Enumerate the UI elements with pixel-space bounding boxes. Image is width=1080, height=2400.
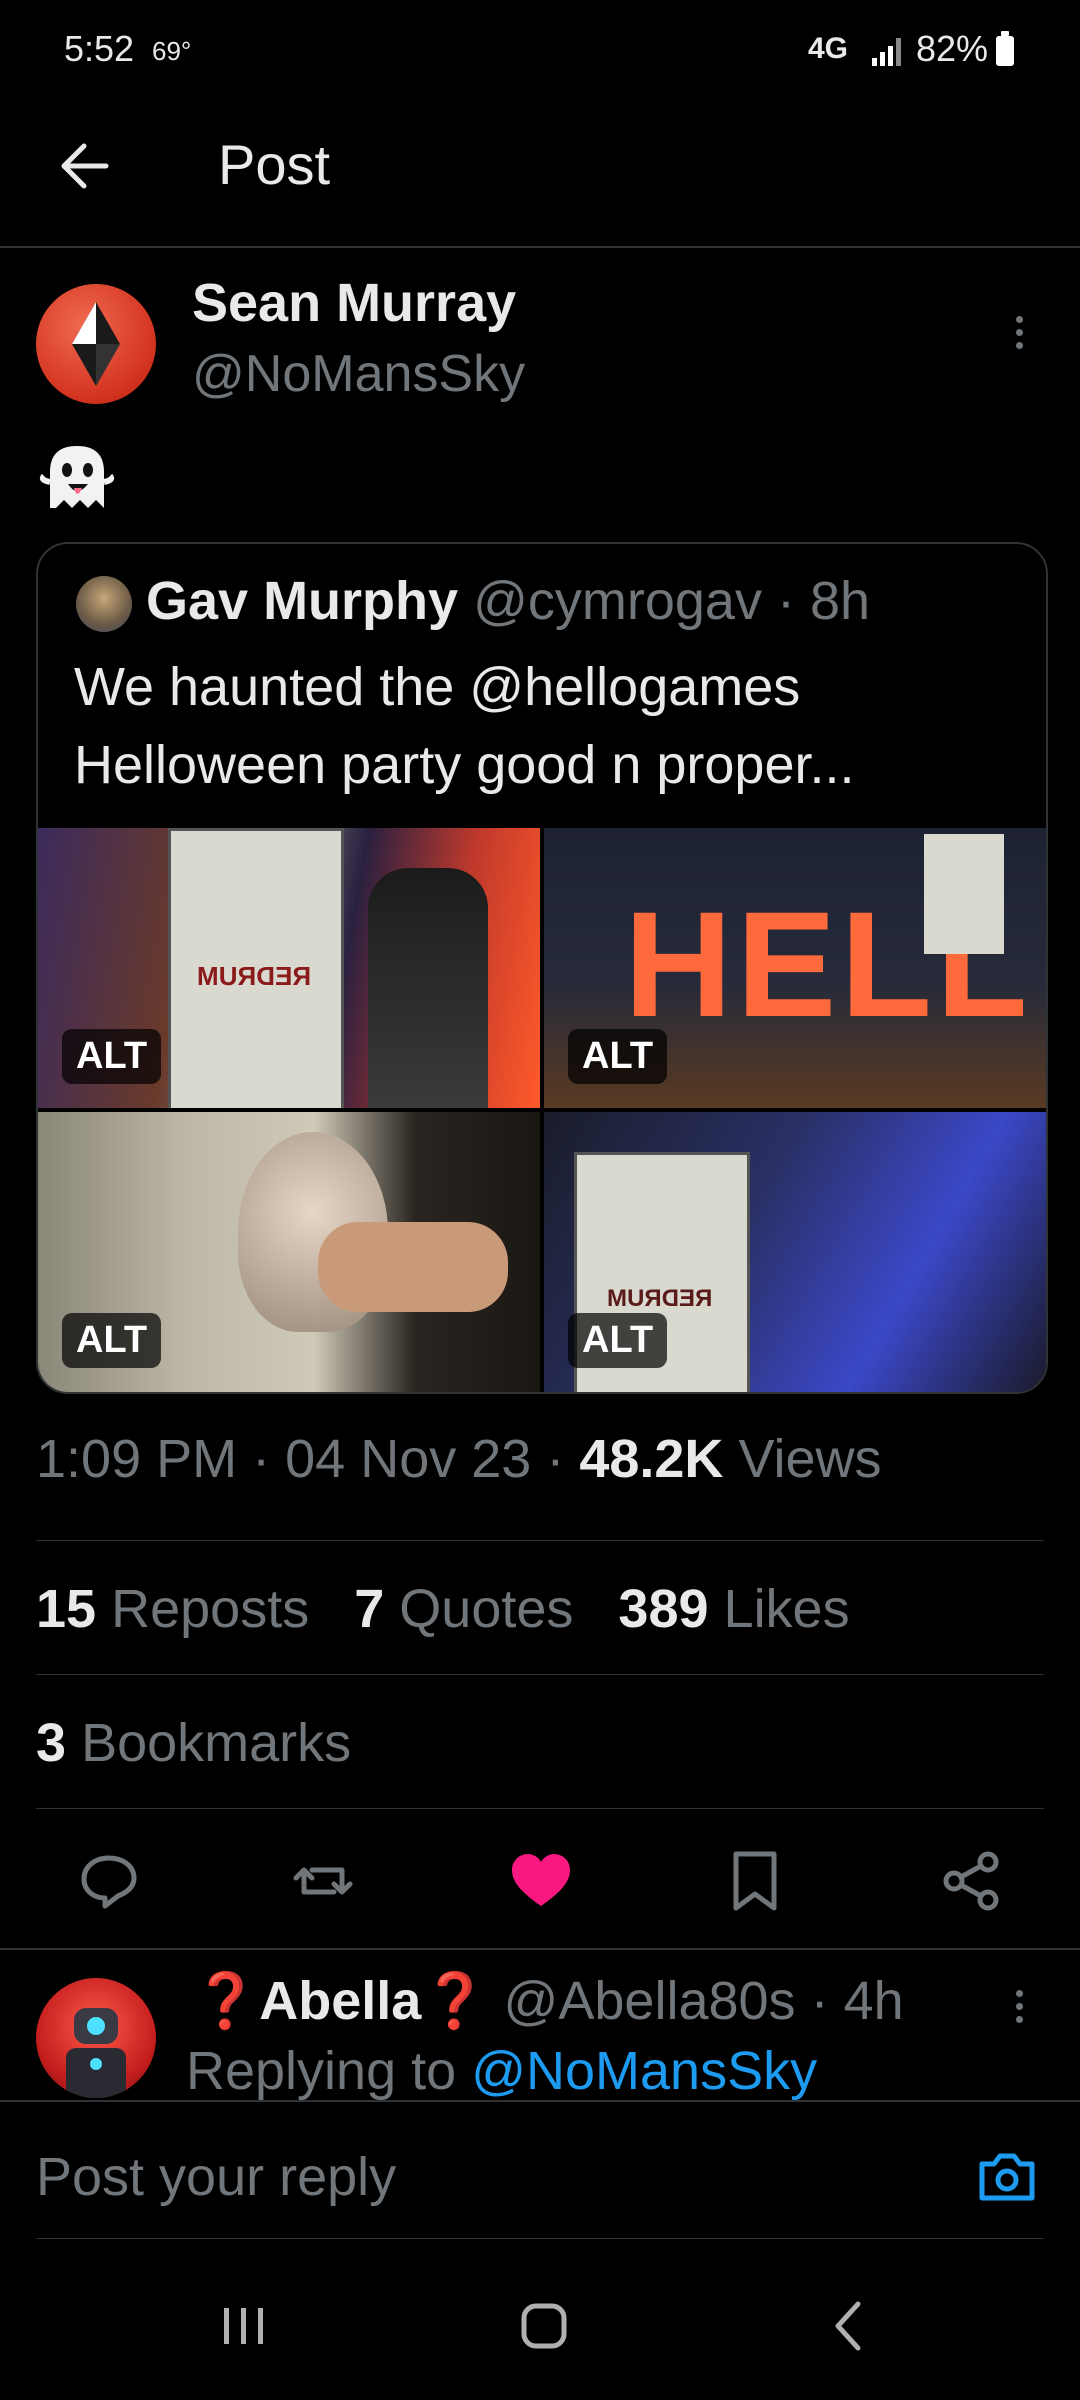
ghost-emoji-icon bbox=[39, 446, 115, 508]
redrum-sign: REDRUM bbox=[197, 961, 312, 991]
quotes-label: Quotes bbox=[399, 1579, 574, 1639]
reply-author-name[interactable]: ❓Abella❓ bbox=[192, 1971, 489, 2031]
image-tile-2[interactable]: HELL ALT bbox=[544, 828, 1046, 1108]
author-name[interactable]: Sean Murray bbox=[192, 272, 516, 334]
more-options-icon[interactable] bbox=[1004, 310, 1034, 360]
redrum-sign: REDRUM bbox=[607, 1285, 713, 1312]
quoted-author-avatar bbox=[76, 576, 132, 632]
figure bbox=[368, 868, 488, 1108]
divider bbox=[36, 1674, 1044, 1675]
repost-icon[interactable] bbox=[290, 1848, 356, 1914]
quoted-post-time: 8h bbox=[809, 571, 871, 631]
network-indicator: 4G bbox=[808, 32, 849, 65]
replying-to-handle[interactable]: @NoMansSky bbox=[471, 2041, 817, 2101]
post-date: 04 Nov 23 bbox=[285, 1429, 532, 1489]
quoted-post[interactable]: Gav Murphy @cymrogav · 8h We haunted the… bbox=[36, 542, 1048, 1394]
quotes-count: 7 bbox=[354, 1579, 385, 1639]
back-icon[interactable] bbox=[820, 2296, 880, 2356]
alt-badge[interactable]: ALT bbox=[568, 1313, 668, 1368]
compose-top-divider bbox=[0, 2100, 1080, 2102]
quoted-post-header: Gav Murphy @cymrogav · 8h bbox=[146, 570, 870, 632]
divider bbox=[36, 2238, 1044, 2239]
no-mans-sky-logo-icon bbox=[72, 302, 120, 386]
page-title: Post bbox=[218, 133, 331, 196]
bookmarks-count: 3 bbox=[36, 1713, 67, 1773]
reply-separator: · bbox=[810, 1971, 829, 2031]
image-tile-1[interactable]: REDRUM ALT bbox=[38, 828, 540, 1108]
status-time: 5:52 bbox=[64, 28, 135, 69]
robot-avatar-icon bbox=[66, 2008, 126, 2098]
actions-divider bbox=[0, 1948, 1080, 1950]
post-meta: 1:09 PM · 04 Nov 23 · 48.2K Views bbox=[36, 1428, 882, 1490]
quotes-stat[interactable]: 7 Quotes bbox=[354, 1579, 573, 1639]
hand-with-glass bbox=[318, 1222, 508, 1312]
author-handle[interactable]: @NoMansSky bbox=[192, 344, 525, 404]
image-tile-3[interactable]: ALT bbox=[38, 1112, 540, 1392]
reply-author-avatar[interactable] bbox=[36, 1978, 156, 2098]
heart-icon[interactable] bbox=[508, 1848, 574, 1914]
door-prop: REDRUM bbox=[168, 828, 344, 1108]
signal-icon bbox=[872, 38, 901, 66]
bookmarks-stat[interactable]: 3 Bookmarks bbox=[36, 1712, 351, 1774]
alt-badge[interactable]: ALT bbox=[62, 1313, 162, 1368]
bookmark-icon[interactable] bbox=[722, 1848, 788, 1914]
divider bbox=[36, 1540, 1044, 1541]
bookmarks-label: Bookmarks bbox=[81, 1713, 352, 1773]
reposts-stat[interactable]: 15 Reposts bbox=[36, 1579, 309, 1639]
quoted-separator: · bbox=[776, 571, 795, 631]
battery-level: 82% bbox=[916, 28, 989, 69]
reply-more-options-icon[interactable] bbox=[1004, 1984, 1034, 2034]
reply-input[interactable]: Post your reply bbox=[36, 2146, 396, 2208]
status-temperature: 69° bbox=[152, 36, 192, 66]
engagement-stats: 15 Reposts 7 Quotes 389 Likes bbox=[36, 1578, 850, 1640]
camera-icon[interactable] bbox=[976, 2148, 1038, 2204]
likes-stat[interactable]: 389 Likes bbox=[618, 1579, 849, 1639]
reposts-count: 15 bbox=[36, 1579, 97, 1639]
likes-label: Likes bbox=[723, 1579, 850, 1639]
home-icon[interactable] bbox=[514, 2296, 574, 2356]
reply-time: 4h bbox=[843, 1971, 904, 2031]
divider bbox=[36, 1808, 1044, 1809]
battery-icon bbox=[996, 31, 1014, 66]
back-arrow-icon[interactable] bbox=[54, 136, 114, 196]
reply-icon[interactable] bbox=[76, 1848, 142, 1914]
recent-apps-icon[interactable] bbox=[214, 2296, 274, 2356]
views-label: Views bbox=[738, 1429, 882, 1489]
alt-badge[interactable]: ALT bbox=[62, 1029, 162, 1084]
image-tile-4[interactable]: REDRUM ALT bbox=[544, 1112, 1046, 1392]
status-bar: 5:52 69° 4G 82% bbox=[0, 0, 1080, 100]
replying-to-label: Replying to bbox=[186, 2041, 457, 2101]
header-divider bbox=[0, 246, 1080, 248]
author-avatar[interactable] bbox=[36, 284, 156, 404]
alt-badge[interactable]: ALT bbox=[568, 1029, 668, 1084]
reply-author-handle[interactable]: @Abella80s bbox=[504, 1971, 796, 2031]
replying-to: Replying to @NoMansSky bbox=[186, 2040, 817, 2102]
quoted-author-handle: @cymrogav bbox=[473, 571, 762, 631]
door-prop bbox=[924, 834, 1004, 954]
share-icon[interactable] bbox=[938, 1848, 1004, 1914]
reposts-label: Reposts bbox=[111, 1579, 310, 1639]
quoted-author-name: Gav Murphy bbox=[146, 571, 459, 631]
reply-header: ❓Abella❓ @Abella80s · 4h bbox=[192, 1970, 904, 2033]
meta-separator: · bbox=[546, 1429, 565, 1489]
meta-separator: · bbox=[252, 1429, 271, 1489]
post-time: 1:09 PM bbox=[36, 1429, 238, 1489]
likes-count: 389 bbox=[618, 1579, 709, 1639]
views-count[interactable]: 48.2K bbox=[579, 1429, 723, 1489]
quoted-post-text: We haunted the @hellogames Helloween par… bbox=[74, 657, 855, 795]
